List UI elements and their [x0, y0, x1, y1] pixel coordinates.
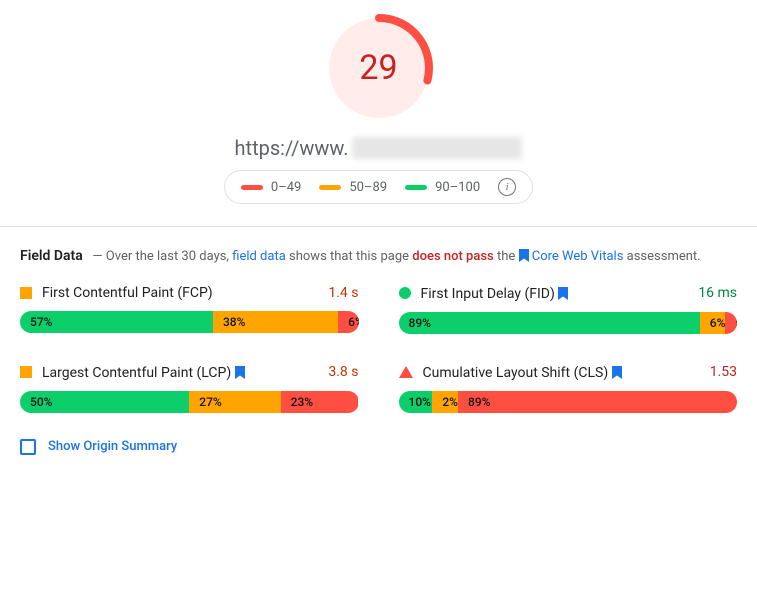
distribution-bar: 10%2%89%: [399, 391, 738, 413]
info-icon[interactable]: i: [498, 178, 516, 196]
distribution-bar: 57%38%6%: [20, 311, 359, 333]
field-data-summary: Field Data — Over the last 30 days, fiel…: [20, 245, 737, 269]
distribution-segment: 6%: [700, 312, 726, 334]
distribution-segment: 5%: [725, 312, 737, 334]
distribution-segment: 89%: [399, 312, 700, 334]
field-data-link[interactable]: field data: [232, 249, 286, 264]
metric-name: Largest Contentful Paint (LCP): [42, 364, 318, 381]
metric-card: First Input Delay (FID) 16 ms 89%6%5%: [399, 285, 738, 334]
does-not-pass-text: does not pass: [412, 249, 493, 264]
distribution-bar: 89%6%5%: [399, 312, 738, 334]
metric-value: 1.4 s: [328, 285, 358, 301]
square-orange-icon: [20, 287, 32, 299]
bookmark-icon: [235, 366, 245, 379]
metric-card: Largest Contentful Paint (LCP) 3.8 s50%2…: [20, 364, 359, 413]
performance-gauge: 29: [323, 12, 435, 124]
distribution-segment: 38%: [213, 311, 338, 333]
distribution-segment: 27%: [189, 391, 280, 413]
square-orange-icon: [20, 366, 32, 378]
circle-green-icon: [399, 287, 411, 299]
metric-value: 1.53: [710, 364, 737, 380]
distribution-bar: 50%27%23%: [20, 391, 359, 413]
distribution-segment: 2%: [432, 391, 458, 413]
page-url: https://www.: [235, 136, 523, 160]
distribution-segment: 23%: [281, 391, 359, 413]
show-origin-summary-label: Show Origin Summary: [48, 439, 177, 454]
metric-value: 3.8 s: [328, 364, 358, 380]
metrics-grid: First Contentful Paint (FCP) 1.4 s 57%38%…: [20, 285, 737, 413]
metric-name: Cumulative Layout Shift (CLS): [423, 364, 700, 381]
show-origin-summary-toggle[interactable]: Show Origin Summary: [20, 439, 737, 455]
core-web-vitals-link[interactable]: Core Web Vitals: [532, 249, 624, 264]
legend-poor: 0–49: [241, 180, 301, 195]
checkbox-icon: [20, 439, 36, 455]
url-redacted: [352, 137, 522, 159]
divider: [0, 226, 757, 227]
field-data-label: Field Data: [20, 248, 83, 264]
legend-good: 90–100: [405, 180, 480, 195]
distribution-segment: 50%: [20, 391, 189, 413]
distribution-segment: 10%: [399, 391, 433, 413]
metric-name: First Contentful Paint (FCP): [42, 285, 318, 301]
metric-card: Cumulative Layout Shift (CLS) 1.53 10%2%8…: [399, 364, 738, 413]
performance-score: 29: [323, 12, 435, 124]
distribution-segment: 89%: [458, 391, 737, 413]
dash-red-icon: [241, 185, 263, 190]
distribution-segment: 6%: [338, 311, 358, 333]
metric-name: First Input Delay (FID): [421, 285, 689, 302]
dash-orange-icon: [319, 185, 341, 190]
distribution-segment: 57%: [20, 311, 213, 333]
dash-green-icon: [405, 185, 427, 190]
legend-average: 50–89: [319, 180, 387, 195]
metric-value: 16 ms: [698, 285, 737, 301]
url-prefix: https://www.: [235, 136, 349, 160]
metric-card: First Contentful Paint (FCP) 1.4 s 57%38%…: [20, 285, 359, 334]
score-legend: 0–49 50–89 90–100 i: [224, 170, 533, 204]
triangle-red-icon: [399, 366, 413, 378]
bookmark-icon: [612, 366, 622, 379]
bookmark-icon: [558, 287, 568, 300]
bookmark-icon: [519, 249, 529, 262]
